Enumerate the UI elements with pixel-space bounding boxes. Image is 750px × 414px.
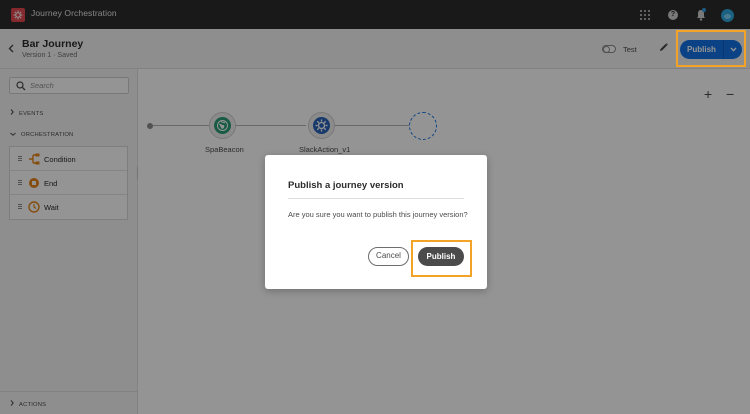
dialog-message: Are you sure you want to publish this jo… xyxy=(288,210,468,219)
dialog-divider xyxy=(288,198,464,199)
cancel-button[interactable]: Cancel xyxy=(368,247,409,266)
publish-button-highlight xyxy=(676,30,746,67)
dialog-title: Publish a journey version xyxy=(288,180,404,191)
confirm-publish-highlight xyxy=(411,240,472,277)
